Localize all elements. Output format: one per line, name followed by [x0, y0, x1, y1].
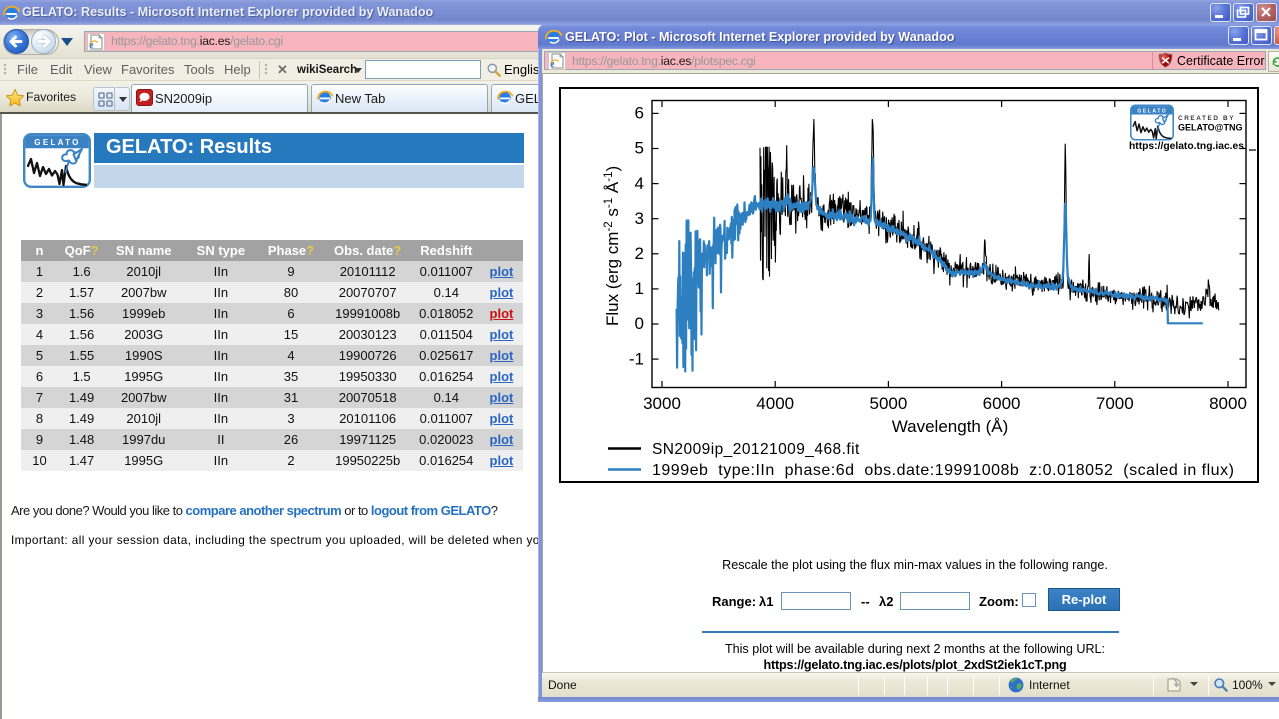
svg-text:6: 6: [635, 104, 644, 123]
svg-text:2: 2: [635, 244, 644, 263]
svg-text:https://gelato.tng.iac.es: https://gelato.tng.iac.es: [1129, 141, 1244, 152]
svg-text:8000: 8000: [1209, 394, 1247, 413]
svg-text:7000: 7000: [1096, 394, 1134, 413]
svg-text:Flux (erg cm-2 s-1 Å-1): Flux (erg cm-2 s-1 Å-1): [603, 166, 622, 326]
svg-text:CREATED BY: CREATED BY: [1178, 115, 1235, 122]
svg-text:1999eb type:IIn phase:6d ob: 1999eb type:IIn phase:6d obs.date:199910…: [652, 462, 1234, 479]
svg-text:Wavelength (Å): Wavelength (Å): [892, 417, 1009, 436]
svg-text:4: 4: [635, 174, 644, 193]
svg-text:3000: 3000: [643, 394, 681, 413]
svg-text:GELATO: GELATO: [34, 138, 80, 147]
svg-text:3: 3: [635, 209, 644, 228]
svg-text:5: 5: [635, 139, 644, 158]
svg-text:1: 1: [635, 279, 644, 298]
svg-text:GELATO@TNG: GELATO@TNG: [1178, 123, 1242, 133]
svg-text:GELATO: GELATO: [1137, 108, 1167, 114]
svg-text:4000: 4000: [756, 394, 794, 413]
svg-text:SN2009ip_20121009_468.fit: SN2009ip_20121009_468.fit: [652, 441, 860, 458]
svg-text:0: 0: [635, 314, 644, 333]
svg-text:-1: -1: [629, 349, 644, 368]
svg-text:6000: 6000: [983, 394, 1021, 413]
svg-text:5000: 5000: [869, 394, 907, 413]
